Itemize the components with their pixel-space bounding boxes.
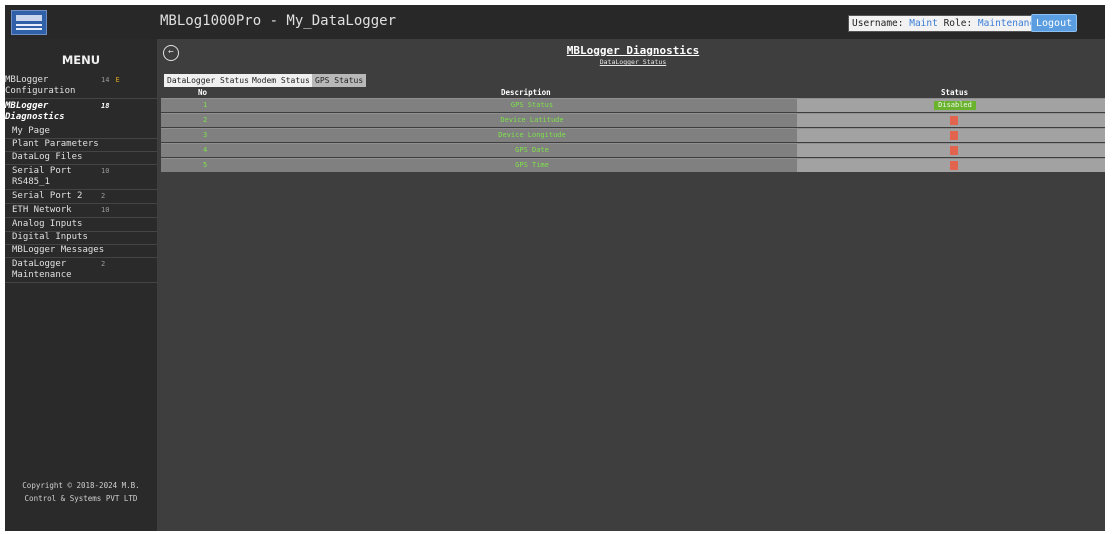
row-description: Device Longitude: [498, 131, 566, 139]
app-window: MBLog1000Pro - My_DataLogger Username: M…: [5, 5, 1105, 531]
row-description: GPS Time: [515, 161, 549, 169]
table-row: 4 GPS Date: [161, 143, 1105, 157]
role-label: Role:: [943, 18, 973, 29]
sidebar-item-label: MBLogger: [5, 101, 49, 111]
sidebar-item-label-line2: Configuration: [5, 86, 76, 96]
count-badge: 10: [101, 206, 110, 214]
table-row: 1 GPS Status Disabled: [161, 98, 1105, 112]
row-description: GPS Status: [510, 101, 554, 109]
table-header: No Description Status: [161, 88, 1105, 98]
red-status-indicator-icon: [950, 116, 958, 125]
tab-modem-status[interactable]: Modem Status: [249, 74, 313, 87]
sidebar-item-mblogger-messages[interactable]: MBLogger Messages: [5, 245, 157, 258]
sidebar-item-analog-inputs[interactable]: Analog Inputs: [5, 219, 157, 232]
red-status-indicator-icon: [950, 146, 958, 155]
company-logo: [11, 10, 47, 35]
sidebar-menu: MENU MBLogger Configuration 14 E MBLogger…: [5, 39, 157, 531]
page-subtitle[interactable]: DataLogger Status: [161, 58, 1105, 66]
app-title: MBLog1000Pro - My_DataLogger: [160, 13, 397, 29]
column-header-no: No: [198, 88, 208, 97]
sidebar-item-mblogger-configuration[interactable]: MBLogger Configuration 14 E: [5, 75, 157, 99]
copyright-text: Copyright © 2018-2024 M.B. Control & Sys…: [22, 481, 140, 503]
sidebar-item-serial-port-rs485[interactable]: Serial Port RS485_1 10: [5, 166, 157, 190]
sidebar-item-datalogger-maintenance[interactable]: DataLogger Maintenance 2: [5, 259, 157, 283]
table-row: 2 Device Latitude: [161, 113, 1105, 127]
tab-datalogger-status[interactable]: DataLogger Status: [164, 74, 252, 87]
count-badge: 2: [101, 260, 106, 268]
count-badge: 2: [101, 192, 106, 200]
logout-button[interactable]: Logout: [1031, 14, 1078, 32]
red-status-indicator-icon: [950, 161, 958, 170]
count-badge: 18: [101, 102, 110, 110]
sidebar-item-datalog-files[interactable]: DataLog Files: [5, 152, 157, 165]
row-description: GPS Date: [515, 146, 549, 154]
table-row: 5 GPS Time: [161, 158, 1105, 172]
username-value: Maint: [909, 18, 938, 29]
table-row: 3 Device Longitude: [161, 128, 1105, 142]
row-description: Device Latitude: [500, 116, 564, 124]
status-badge: Disabled: [934, 101, 976, 110]
column-header-description: Description: [501, 88, 551, 97]
user-info: Username: Maint Role: Maintenance: [848, 15, 1045, 32]
sidebar-item-digital-inputs[interactable]: Digital Inputs: [5, 232, 157, 245]
sidebar-item-label-line2: Diagnostics: [5, 112, 65, 122]
column-header-status: Status: [941, 88, 969, 97]
sidebar-item-my-page[interactable]: My Page: [5, 126, 157, 139]
page-title: MBLogger Diagnostics: [566, 44, 700, 57]
sidebar-item-mblogger-diagnostics[interactable]: MBLogger Diagnostics 18: [5, 101, 157, 125]
sidebar-item-label: MBLogger: [5, 75, 49, 85]
main-content: ← MBLogger Diagnostics DataLogger Status…: [161, 39, 1105, 531]
sidebar-item-serial-port-2[interactable]: Serial Port 2 2: [5, 191, 157, 204]
sidebar-item-plant-parameters[interactable]: Plant Parameters: [5, 139, 157, 152]
count-badge: 10: [101, 167, 110, 175]
count-badge: 14 E: [101, 76, 120, 84]
username-label: Username:: [852, 18, 904, 29]
top-bar: MBLog1000Pro - My_DataLogger Username: M…: [5, 5, 1105, 39]
sidebar-item-eth-network[interactable]: ETH Network 10: [5, 205, 157, 218]
menu-title: MENU: [61, 53, 101, 67]
red-status-indicator-icon: [950, 131, 958, 140]
tab-gps-status[interactable]: GPS Status: [312, 74, 367, 87]
